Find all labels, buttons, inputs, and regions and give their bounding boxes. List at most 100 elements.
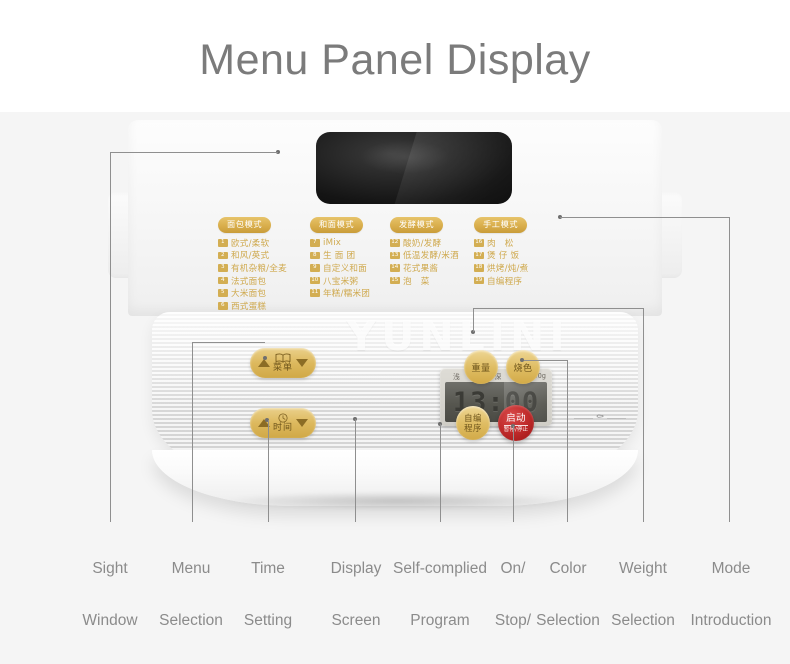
self-complied-program-button[interactable]: 自编 程序 bbox=[456, 406, 490, 440]
legend-item: 15 泡 菜 bbox=[390, 274, 470, 287]
caption-line: Self-complied bbox=[393, 560, 487, 577]
caption-time-setting: Time Setting bbox=[220, 530, 316, 660]
caption-line: Selection bbox=[611, 612, 675, 629]
caption-line: Program bbox=[410, 612, 470, 629]
legend-item: 12 酸奶/发酵 bbox=[390, 237, 470, 250]
callout-line-weight-v bbox=[643, 308, 644, 522]
callout-line-menu-h bbox=[192, 342, 265, 343]
legend-item: 8生 面 团 bbox=[310, 249, 390, 262]
legend-item: 2 和风/英式 bbox=[218, 249, 310, 262]
start-stop-button[interactable]: 启动 暂停/停止 bbox=[498, 405, 534, 441]
legend-item-number: 17 bbox=[474, 251, 484, 260]
legend-item-label: 低温发酵/米酒 bbox=[403, 251, 459, 262]
weight-selection-button[interactable]: 重量 bbox=[464, 350, 498, 384]
menu-button-label: 菜单 bbox=[272, 363, 293, 373]
legend-item-number: 8 bbox=[310, 251, 320, 260]
legend-item-number: 3 bbox=[218, 264, 228, 272]
legend-item-label: 和风/英式 bbox=[231, 251, 270, 262]
legend-item-number: 12 bbox=[390, 239, 400, 247]
legend-item-label: 煲 仔 饭 bbox=[487, 251, 520, 262]
caption-mode-introduction: Mode Introduction bbox=[675, 530, 787, 660]
legend-item-label: 年糕/糯米团 bbox=[323, 289, 371, 300]
legend-item: 3 有机杂粮/全麦 bbox=[218, 262, 310, 275]
legend-item-number: 4 bbox=[218, 276, 228, 285]
caption-line: Weight bbox=[619, 560, 667, 577]
callout-line-color-h bbox=[524, 360, 568, 361]
legend-column-dough: 和面模式 7 iMix 8生 面 团 9 自定义和面 10 八宝米粥 11 年糕/糯米团 bbox=[310, 214, 390, 299]
start-button-sublabel: 暂停/停止 bbox=[503, 426, 529, 433]
legend-item-label: 法式面包 bbox=[231, 276, 267, 287]
caption-line: Introduction bbox=[690, 612, 772, 629]
color-button-label: 烧色 bbox=[513, 363, 533, 374]
caption-line: Color bbox=[549, 560, 587, 577]
legend-item-number: 7 bbox=[310, 239, 320, 247]
legend-item: 9 自定义和面 bbox=[310, 262, 390, 275]
legend-item-label: 自定义和面 bbox=[323, 263, 367, 274]
menu-legend: 面包模式 1 欧式/柔软 2 和风/英式 3 有机杂粮/全麦 4 法式面包 5 大米面包 … bbox=[218, 214, 568, 312]
legend-item: 7 iMix bbox=[310, 237, 390, 250]
time-down-arrow-icon[interactable] bbox=[296, 419, 308, 427]
caption-self-complied-program: Self-complied Program bbox=[390, 530, 490, 660]
sight-window bbox=[316, 132, 512, 204]
legend-title-dough: 和面模式 bbox=[310, 217, 364, 233]
legend-item: 10 八宝米粥 bbox=[310, 274, 390, 287]
legend-item-number: 15 bbox=[390, 276, 400, 285]
callout-line-sight-window-h bbox=[110, 152, 278, 153]
legend-item-number: 18 bbox=[474, 264, 484, 272]
legend-item-number: 14 bbox=[390, 264, 400, 272]
callout-line-start-v bbox=[513, 426, 514, 522]
drop-shadow bbox=[218, 492, 578, 510]
legend-item: 5 大米面包 bbox=[218, 287, 310, 300]
legend-item-number: 1 bbox=[218, 239, 228, 247]
legend-item: 19 自编程序 bbox=[474, 274, 556, 287]
legend-item-label: iMix bbox=[323, 237, 342, 248]
page-title: Menu Panel Display bbox=[199, 36, 591, 84]
caption-line: Off bbox=[481, 660, 545, 664]
legend-item-label: 酸奶/发酵 bbox=[403, 238, 442, 249]
caption-weight-selection: Weight Selection bbox=[600, 530, 686, 660]
caption-line: Setting bbox=[243, 612, 293, 629]
legend-item-number: 2 bbox=[218, 251, 228, 260]
legend-item-number: 13 bbox=[390, 251, 400, 260]
legend-item-label: 大米面包 bbox=[231, 289, 267, 300]
callout-line-weight-h bbox=[473, 308, 643, 309]
header-bar: Menu Panel Display bbox=[0, 0, 790, 112]
legend-item-label: 八宝米粥 bbox=[323, 276, 359, 287]
callout-line-time-v bbox=[268, 420, 269, 522]
legend-item: 14 花式果酱 bbox=[390, 262, 470, 275]
caption-line: Selection bbox=[536, 612, 600, 629]
key-lock-icon: ⚰ bbox=[595, 412, 605, 423]
callout-line-sight-window-v bbox=[110, 152, 111, 522]
legend-title-bread: 面包模式 bbox=[218, 217, 272, 233]
callout-line-menu-v bbox=[192, 342, 193, 522]
weight-button-label: 重量 bbox=[471, 363, 491, 374]
caption-row: Sight Window Menu Selection Time Setting… bbox=[0, 516, 790, 636]
legend-items-manual: 16 肉 松 17 煲 仔 饭 18 烘烤/炖/煮 19 自编程序 bbox=[474, 237, 556, 287]
color-selection-button[interactable]: 烧色 bbox=[506, 350, 540, 384]
start-button-label: 启动 bbox=[506, 412, 526, 424]
lock-line-right bbox=[607, 417, 626, 419]
legend-item: 18 烘烤/炖/煮 bbox=[474, 262, 556, 275]
caption-line: Mode bbox=[711, 560, 751, 577]
menu-down-arrow-icon[interactable] bbox=[296, 359, 308, 367]
legend-items-dough: 7 iMix 8生 面 团 9 自定义和面 10 八宝米粥 11 年糕/糯米团 bbox=[310, 237, 390, 300]
callout-line-weight-up bbox=[473, 308, 474, 332]
menu-up-arrow-icon[interactable] bbox=[257, 359, 270, 367]
sight-window-glint bbox=[360, 140, 450, 174]
legend-item-label: 烘烤/炖/煮 bbox=[487, 263, 529, 274]
legend-column-fermentation: 发酵模式 12 酸奶/发酵 13 低温发酵/米酒 14 花式果酱 15 泡 菜 bbox=[390, 214, 470, 287]
time-setting-button[interactable]: 时间 bbox=[250, 408, 316, 438]
legend-item-label: 有机杂粮/全麦 bbox=[231, 263, 287, 274]
lock-line-left bbox=[574, 417, 593, 419]
start-button-divider bbox=[504, 424, 528, 426]
menu-selection-button[interactable]: 菜单 bbox=[250, 348, 316, 378]
legend-item: 4 法式面包 bbox=[218, 274, 310, 287]
legend-column-manual: 手工模式 16 肉 松 17 煲 仔 饭 18 烘烤/炖/煮 19 自编程序 bbox=[474, 214, 556, 287]
caption-line: Time bbox=[251, 560, 285, 577]
callout-dot-color bbox=[520, 358, 524, 362]
caption-color-selection: Color Selection bbox=[526, 530, 610, 660]
legend-item-number: 10 bbox=[310, 276, 320, 285]
legend-item-label: 花式果酱 bbox=[403, 263, 439, 274]
time-button-label: 时间 bbox=[272, 423, 293, 433]
screenshot-root: Menu Panel Display 面包模式 1欧式/柔软 2和风/英式 bbox=[0, 0, 790, 664]
